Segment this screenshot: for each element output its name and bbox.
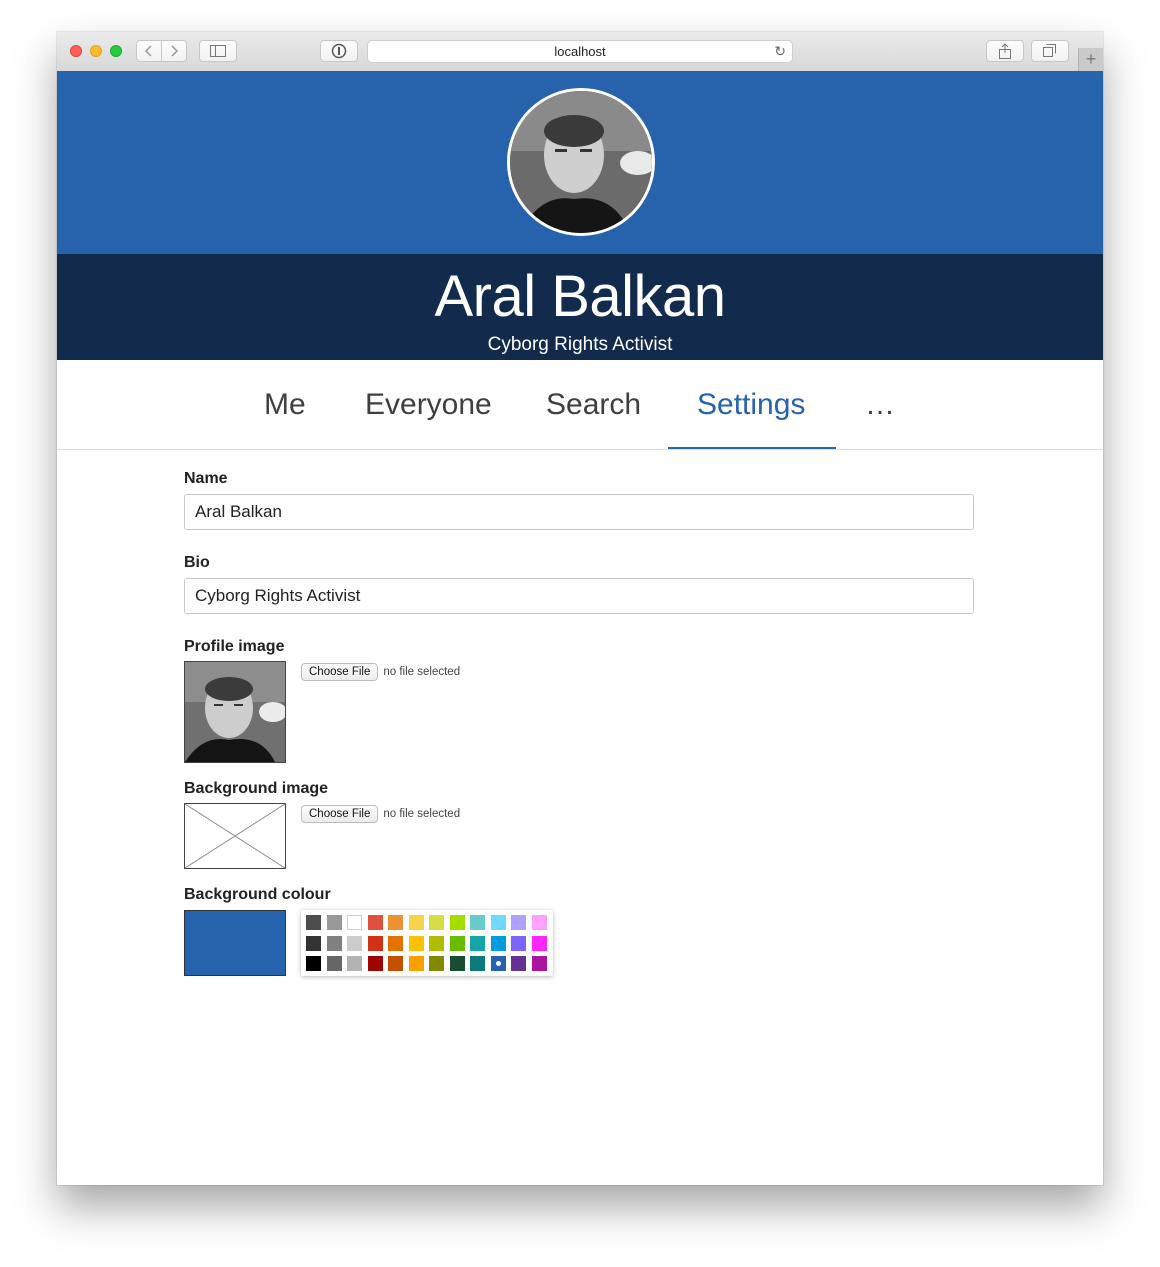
colour-palette (301, 910, 553, 976)
colour-swatch[interactable] (408, 935, 424, 951)
colour-swatch[interactable] (511, 956, 526, 971)
plus-icon: + (1085, 49, 1097, 69)
zoom-window-button[interactable] (110, 45, 122, 57)
chevron-left-icon (144, 45, 152, 57)
background-image-label: Background image (184, 780, 329, 797)
profile-avatar (507, 88, 655, 236)
colour-swatch[interactable] (347, 935, 362, 951)
colour-swatch[interactable] (408, 915, 424, 930)
colour-swatch[interactable] (449, 915, 465, 930)
selected-colour-swatch (184, 910, 286, 976)
colour-swatch[interactable] (429, 956, 444, 971)
profile-photo (185, 662, 285, 762)
background-image-placeholder (184, 803, 286, 869)
colour-swatch[interactable] (408, 956, 424, 971)
tabs-overview-button[interactable] (1031, 40, 1069, 62)
background-image-file-status: no file selected (383, 808, 461, 820)
browser-window: localhost ↻ + Aral Balkan Cyborg Rights … (57, 32, 1103, 1185)
profile-image-file-status: no file selected (383, 666, 461, 678)
profile-header (57, 71, 1103, 254)
colour-swatch[interactable] (367, 915, 383, 930)
colour-swatch[interactable] (449, 956, 465, 971)
tab-me[interactable]: Me (264, 388, 306, 422)
profile-name-band: Aral Balkan Cyborg Rights Activist (57, 254, 1103, 360)
forward-button[interactable] (161, 40, 187, 62)
background-colour-section (184, 910, 584, 980)
address-bar[interactable]: localhost ↻ (367, 40, 793, 63)
colour-swatch[interactable] (388, 935, 403, 951)
profile-name: Aral Balkan (434, 264, 726, 329)
colour-swatch[interactable] (490, 956, 506, 971)
minimize-window-button[interactable] (90, 45, 102, 57)
colour-swatch[interactable] (306, 956, 321, 971)
tab-settings[interactable]: Settings (697, 388, 805, 422)
colour-swatch[interactable] (490, 915, 506, 930)
colour-swatch[interactable] (470, 915, 485, 930)
close-window-button[interactable] (70, 45, 82, 57)
reload-icon[interactable]: ↻ (774, 43, 786, 60)
password-manager-icon (331, 43, 347, 59)
password-button[interactable] (320, 40, 358, 62)
share-button[interactable] (986, 40, 1024, 62)
colour-swatch[interactable] (306, 915, 321, 930)
active-tab-indicator (668, 447, 836, 449)
profile-image-preview (184, 661, 286, 763)
tab-everyone[interactable]: Everyone (365, 388, 492, 422)
colour-swatch[interactable] (367, 956, 383, 971)
background-colour-label: Background colour (184, 886, 331, 903)
profile-bio: Cyborg Rights Activist (487, 334, 673, 355)
colour-swatch[interactable] (470, 956, 485, 971)
avatar-photo (510, 91, 652, 233)
profile-image-label: Profile image (184, 638, 285, 655)
colour-swatch[interactable] (367, 935, 383, 951)
colour-swatch[interactable] (470, 935, 485, 951)
colour-swatch[interactable] (429, 915, 444, 930)
colour-swatch[interactable] (306, 935, 321, 951)
colour-swatch[interactable] (511, 935, 526, 951)
profile-image-file-picker: Choose File no file selected (301, 662, 460, 681)
colour-swatch[interactable] (531, 956, 547, 971)
colour-swatch[interactable] (326, 935, 342, 951)
colour-swatch[interactable] (326, 915, 342, 930)
colour-swatch[interactable] (326, 956, 342, 971)
image-placeholder-icon (184, 803, 286, 869)
tab-more[interactable]: … (865, 388, 895, 422)
colour-swatch[interactable] (388, 915, 403, 930)
colour-swatch[interactable] (347, 956, 362, 971)
browser-toolbar: localhost ↻ + (57, 32, 1103, 72)
colour-swatch[interactable] (347, 915, 362, 930)
colour-swatch[interactable] (490, 935, 506, 951)
main-nav: Me Everyone Search Settings … (57, 360, 1103, 450)
colour-swatch[interactable] (449, 935, 465, 951)
sidebar-toggle-button[interactable] (199, 40, 237, 62)
back-button[interactable] (136, 40, 162, 62)
colour-swatch[interactable] (531, 915, 547, 930)
colour-swatch[interactable] (511, 915, 526, 930)
profile-image-choose-file-button[interactable]: Choose File (301, 663, 379, 681)
url-text: localhost (554, 44, 606, 59)
bio-label: Bio (184, 554, 210, 571)
chevron-right-icon (171, 45, 179, 57)
sidebar-icon (210, 45, 226, 57)
tab-search[interactable]: Search (546, 388, 641, 422)
colour-swatch[interactable] (531, 935, 547, 951)
name-label: Name (184, 470, 228, 487)
bio-input[interactable]: Cyborg Rights Activist (184, 578, 974, 614)
share-icon (999, 43, 1011, 59)
background-image-file-picker: Choose File no file selected (301, 804, 460, 823)
colour-swatch[interactable] (429, 935, 444, 951)
tabs-icon (1043, 44, 1056, 57)
name-input[interactable]: Aral Balkan (184, 494, 974, 530)
background-image-choose-file-button[interactable]: Choose File (301, 805, 379, 823)
colour-swatch[interactable] (388, 956, 403, 971)
new-tab-button[interactable]: + (1078, 48, 1103, 71)
